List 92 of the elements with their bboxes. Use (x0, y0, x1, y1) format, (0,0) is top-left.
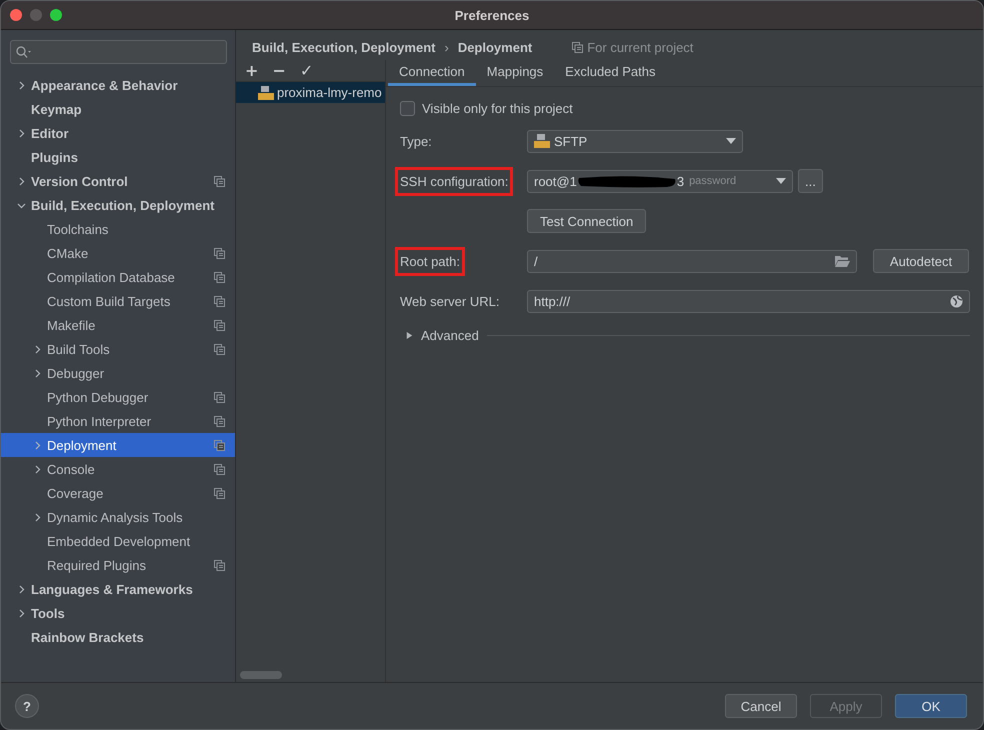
copy-icon (572, 42, 584, 52)
item-label: Appearance & Behavior (31, 78, 178, 92)
sidebar-item[interactable]: Dynamic Analysis Tools (1, 505, 235, 529)
item-label: Version Control (31, 174, 128, 188)
sidebar-item[interactable]: Rainbow Brackets (1, 625, 235, 649)
window-title: Preferences (454, 8, 530, 22)
item-label: Deployment (47, 438, 116, 452)
sidebar-item[interactable]: Python Debugger (1, 385, 235, 409)
item-label: Languages & Frameworks (31, 582, 193, 596)
server-icon (534, 133, 550, 149)
sidebar-item[interactable]: Toolchains (1, 217, 235, 241)
checkbox-label: Visible only for this project (422, 100, 573, 116)
dialog-button[interactable]: Cancel (725, 694, 797, 718)
item-label: Python Interpreter (47, 414, 152, 428)
scope-label: For current project (587, 40, 694, 54)
item-label: Console (47, 462, 95, 476)
item-label: Python Debugger (47, 390, 148, 404)
sidebar-item[interactable]: Plugins (1, 145, 235, 169)
sidebar-item[interactable]: Appearance & Behavior (1, 73, 235, 97)
sidebar-item[interactable]: Embedded Development (1, 529, 235, 553)
breadcrumb-item: Deployment (458, 40, 532, 54)
caret-icon (726, 138, 736, 144)
sidebar-item[interactable]: Makefile (1, 313, 235, 337)
sidebar-item[interactable]: Python Interpreter (1, 409, 235, 433)
field-label: Root path: (398, 250, 462, 272)
globe-icon (950, 294, 963, 308)
test-connection-button[interactable]: Test Connection (527, 209, 646, 233)
dialog-button[interactable]: OK (895, 694, 967, 718)
section-label: Advanced (421, 328, 479, 342)
checkbox[interactable] (400, 100, 415, 116)
sidebar-item[interactable]: Languages & Frameworks (1, 577, 235, 601)
field-label: Web server URL: (400, 294, 500, 308)
sidebar-item[interactable]: Editor (1, 121, 235, 145)
item-label: Build Tools (47, 342, 110, 356)
sidebar-item[interactable]: Build Tools (1, 337, 235, 361)
sidebar-item[interactable]: Console (1, 457, 235, 481)
minimize-button[interactable] (30, 9, 42, 21)
folder-icon (835, 255, 850, 267)
expand-arrow-icon[interactable] (406, 330, 413, 340)
tab[interactable]: Connection (388, 60, 476, 86)
item-label: Required Plugins (47, 558, 146, 572)
caret-icon (776, 178, 786, 184)
root-path-field[interactable]: / (527, 250, 857, 272)
more-button[interactable]: ... (798, 169, 823, 193)
item-label: Coverage (47, 486, 104, 500)
item-label: Custom Build Targets (47, 294, 170, 308)
tab[interactable]: Excluded Paths (554, 60, 666, 86)
ssh-dropdown[interactable]: root@1 3 password (527, 170, 793, 192)
sidebar-item[interactable]: Tools (1, 601, 235, 625)
item-label: Makefile (47, 318, 96, 332)
sidebar-item[interactable]: CMake (1, 241, 235, 265)
sidebar-item[interactable]: Build, Execution, Deployment (1, 193, 235, 217)
tab[interactable]: Mappings (476, 60, 554, 86)
hint-text: password (689, 175, 736, 187)
sidebar-item[interactable]: Keymap (1, 97, 235, 121)
toolbar-button[interactable]: − (267, 61, 291, 80)
item-label: Embedded Development (47, 534, 190, 548)
sidebar-item[interactable]: Coverage (1, 481, 235, 505)
item-label: Rainbow Brackets (31, 630, 144, 644)
item-label: Tools (31, 606, 65, 620)
search-icon (16, 46, 32, 58)
item-label: Debugger (47, 366, 104, 380)
server-item[interactable]: proxima-lmy-remo (236, 82, 385, 103)
scrollbar-thumb[interactable] (240, 671, 282, 679)
item-label: Editor (31, 126, 69, 140)
field-label: Type: (400, 134, 433, 148)
breadcrumb-separator: › (444, 40, 449, 54)
sidebar-item[interactable]: Version Control (1, 169, 235, 193)
item-label: Toolchains (47, 222, 108, 236)
sidebar-item[interactable]: Required Plugins (1, 553, 235, 577)
breadcrumb-item: Build, Execution, Deployment (252, 40, 436, 54)
item-label: Build, Execution, Deployment (31, 198, 214, 212)
web-url-field[interactable]: http:/// (527, 290, 970, 312)
close-button[interactable] (10, 9, 22, 21)
autodetect-button[interactable]: Autodetect (873, 249, 969, 273)
toolbar-button[interactable]: + (240, 61, 264, 80)
field-label: SSH configuration: (398, 170, 510, 192)
item-label: Plugins (31, 150, 78, 164)
zoom-button[interactable] (50, 9, 62, 21)
sidebar-item[interactable]: Debugger (1, 361, 235, 385)
sidebar-item[interactable]: Deployment (1, 433, 235, 457)
item-label: Keymap (31, 102, 82, 116)
search-field[interactable] (10, 40, 227, 64)
item-label: Compilation Database (47, 270, 175, 284)
sidebar-item[interactable]: Compilation Database (1, 265, 235, 289)
sidebar-item[interactable]: Custom Build Targets (1, 289, 235, 313)
item-label: CMake (47, 246, 88, 260)
toolbar-button[interactable]: ✓ (294, 61, 318, 80)
server-icon (258, 84, 274, 100)
item-label: Dynamic Analysis Tools (47, 510, 183, 524)
help-button[interactable]: ? (15, 694, 39, 718)
type-dropdown[interactable]: SFTP (527, 130, 743, 152)
